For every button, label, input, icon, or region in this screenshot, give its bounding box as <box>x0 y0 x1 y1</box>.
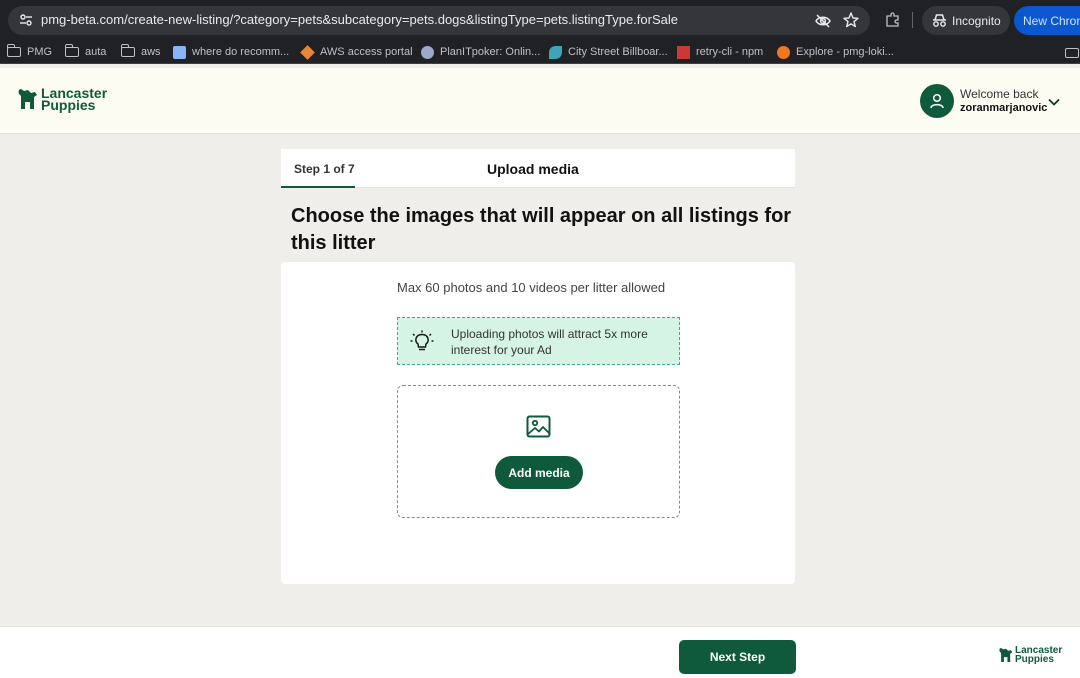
user-menu[interactable]: Welcome back zoranmarjanovic <box>920 84 1047 118</box>
logo-text: Lancaster Puppies <box>41 86 107 112</box>
new-chrome-button[interactable]: New Chrom <box>1014 6 1080 35</box>
welcome-label: Welcome back <box>960 87 1039 101</box>
step-label: Step 1 of 7 <box>294 162 355 176</box>
site-header: Lancaster Puppies Welcome back zoranmarj… <box>0 68 1080 134</box>
step-title: Upload media <box>487 161 579 177</box>
planitpoker-favicon <box>421 45 434 59</box>
npm-favicon <box>677 45 690 59</box>
browser-toolbar: pmg-beta.com/create-new-listing/?categor… <box>0 0 1080 40</box>
eye-off-icon[interactable] <box>814 12 832 30</box>
site-logo[interactable]: Lancaster Puppies <box>18 86 107 112</box>
step-indicator: Step 1 of 7 Upload media <box>281 149 795 188</box>
page-title: Choose the images that will appear on al… <box>291 205 792 254</box>
folder-icon <box>7 44 21 57</box>
bookmark-auta[interactable]: auta <box>65 44 106 60</box>
avatar[interactable] <box>920 84 954 118</box>
billboard-favicon <box>549 45 562 59</box>
folder-icon <box>65 44 79 57</box>
bookmark-label: City Street Billboar... <box>568 46 668 58</box>
puppy-logo-icon <box>18 89 37 109</box>
bookmark-label: retry-cli - npm <box>696 46 764 58</box>
footer-bar: Next Step Lancaster Puppies <box>0 626 1080 678</box>
bookmark-retry-cli[interactable]: retry-cli - npm <box>677 44 763 60</box>
bookmark-aws-access-portal[interactable]: AWS access portal <box>300 44 413 60</box>
tab-step-1[interactable]: Step 1 of 7 <box>281 149 355 188</box>
grafana-favicon <box>777 45 790 59</box>
puppy-logo-icon <box>999 648 1013 662</box>
bookmark-explore-pmg-loki[interactable]: Explore - pmg-loki... <box>777 44 894 60</box>
bookmark-label: PlanITpoker: Onlin... <box>440 46 541 58</box>
next-step-button[interactable]: Next Step <box>679 640 796 674</box>
welcome-block: Welcome back zoranmarjanovic <box>960 87 1047 115</box>
tip-text: Uploading photos will attract 5x more in… <box>451 327 648 357</box>
footer-logo: Lancaster Puppies <box>999 646 1062 665</box>
address-bar[interactable]: pmg-beta.com/create-new-listing/?categor… <box>8 6 870 35</box>
url-text[interactable]: pmg-beta.com/create-new-listing/?categor… <box>41 12 678 27</box>
chevron-down-icon[interactable] <box>1047 95 1061 109</box>
new-chrome-label: New Chrom <box>1023 14 1080 28</box>
lightbulb-icon <box>410 330 434 351</box>
other-bookmarks-folder-icon[interactable] <box>1065 48 1079 58</box>
bookmark-label: Explore - pmg-loki... <box>796 46 894 58</box>
logo-line-2: Puppies <box>1015 654 1054 665</box>
bookmark-where-do-recommend[interactable]: where do recomm... <box>173 44 289 60</box>
incognito-chip[interactable]: Incognito <box>922 6 1010 35</box>
image-icon <box>526 415 551 438</box>
folder-icon <box>121 44 135 57</box>
site-settings-icon[interactable] <box>18 12 34 28</box>
bookmarks-bar: PMG auta aws where do recomm... AWS acce… <box>0 40 1080 64</box>
incognito-icon <box>933 14 946 27</box>
username: zoranmarjanovic <box>960 102 1048 114</box>
bookmark-pmg[interactable]: PMG <box>7 44 52 60</box>
toolbar-divider <box>912 12 913 28</box>
aws-favicon <box>300 44 315 60</box>
bookmark-aws[interactable]: aws <box>121 44 161 60</box>
add-media-button[interactable]: Add media <box>495 456 583 489</box>
bookmark-favicon <box>173 45 186 59</box>
bookmark-label: AWS access portal <box>320 46 413 58</box>
user-icon <box>930 93 944 109</box>
logo-text: Lancaster Puppies <box>1015 646 1062 665</box>
extensions-icon[interactable] <box>884 11 902 29</box>
bookmark-label: where do recomm... <box>192 46 290 58</box>
bookmark-planitpoker[interactable]: PlanITpoker: Onlin... <box>421 44 540 60</box>
upload-limit-text: Max 60 photos and 10 videos per litter a… <box>397 280 666 295</box>
upload-tip-banner: Uploading photos will attract 5x more in… <box>397 317 680 365</box>
star-icon[interactable] <box>842 11 860 29</box>
incognito-label: Incognito <box>952 14 1001 28</box>
media-dropzone[interactable]: Add media <box>397 385 680 518</box>
bookmark-label: aws <box>141 46 161 58</box>
bookmark-label: PMG <box>27 46 53 58</box>
bookmark-label: auta <box>85 46 107 58</box>
bookmark-city-street-billboard[interactable]: City Street Billboar... <box>549 44 668 60</box>
